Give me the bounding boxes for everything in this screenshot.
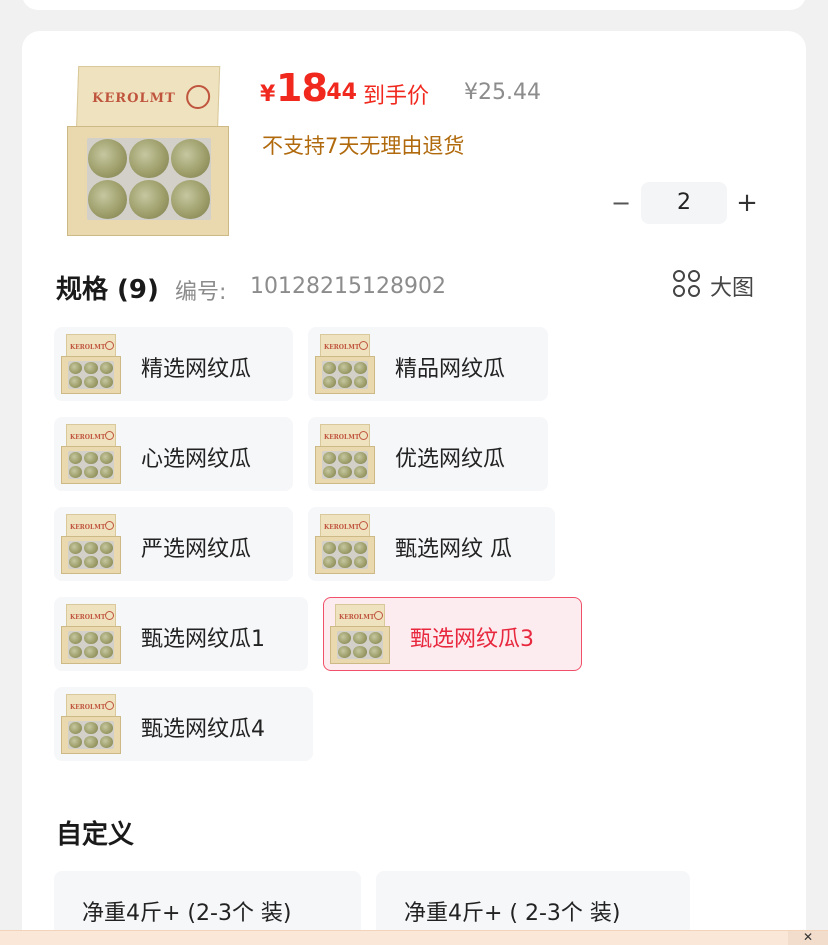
spec-option-8-selected[interactable]: KEROLMT 甄选网纹瓜3 <box>323 597 582 671</box>
custom-option-label: 净重4斤+ (2-3个 装) <box>82 901 292 926</box>
spec-option-3[interactable]: KEROLMT 心选网纹瓜 <box>54 417 293 491</box>
spec-option-6[interactable]: KEROLMT 甄选网纹 瓜 <box>308 507 555 581</box>
product-image[interactable]: KEROLMT <box>67 66 229 236</box>
spec-thumbnail: KEROLMT <box>315 514 375 574</box>
spec-option-label: 甄选网纹 瓜 <box>395 537 512 562</box>
spec-option-label: 优选网纹瓜 <box>395 447 506 472</box>
quantity-input[interactable]: 2 <box>641 182 727 224</box>
product-code-value: 10128215128902 <box>250 274 446 299</box>
spec-option-label: 甄选网纹瓜1 <box>141 627 265 652</box>
previous-card <box>22 0 806 10</box>
spec-option-9[interactable]: KEROLMT 甄选网纹瓜4 <box>54 687 313 761</box>
return-policy-note: 不支持7天无理由退货 <box>262 134 465 158</box>
spec-option-7[interactable]: KEROLMT 甄选网纹瓜1 <box>54 597 308 671</box>
product-code-label: 编号: <box>175 280 227 305</box>
spec-thumbnail: KEROLMT <box>315 424 375 484</box>
price-currency-symbol: ¥ <box>260 82 276 107</box>
spec-option-label: 甄选网纹瓜3 <box>410 627 534 652</box>
spec-option-label: 精选网纹瓜 <box>141 357 252 382</box>
close-icon[interactable]: ✕ <box>788 931 828 945</box>
big-image-toggle[interactable]: 大图 <box>710 270 754 302</box>
quantity-decrement-button[interactable]: − <box>608 188 634 218</box>
spec-option-label: 甄选网纹瓜4 <box>141 717 265 742</box>
original-price: ¥25.44 <box>464 80 541 105</box>
spec-thumbnail: KEROLMT <box>330 604 390 664</box>
spec-thumbnail: KEROLMT <box>61 694 121 754</box>
spec-thumbnail: KEROLMT <box>315 334 375 394</box>
final-price-label: 到手价 <box>363 84 430 109</box>
spec-option-2[interactable]: KEROLMT 精品网纹瓜 <box>308 327 548 401</box>
spec-section-title: 规格 (9) <box>56 275 159 305</box>
spec-thumbnail: KEROLMT <box>61 514 121 574</box>
spec-option-1[interactable]: KEROLMT 精选网纹瓜 <box>54 327 293 401</box>
custom-section-title: 自定义 <box>56 820 135 850</box>
price-decimal: .44 <box>318 80 357 105</box>
spec-thumbnail: KEROLMT <box>61 334 121 394</box>
spec-option-label: 心选网纹瓜 <box>141 447 252 472</box>
quantity-increment-button[interactable]: + <box>734 188 760 218</box>
grid-view-icon[interactable] <box>673 270 703 300</box>
spec-option-label: 精品网纹瓜 <box>395 357 506 382</box>
spec-option-label: 严选网纹瓜 <box>141 537 252 562</box>
spec-thumbnail: KEROLMT <box>61 424 121 484</box>
custom-option-label: 净重4斤+ ( 2-3个 装) <box>404 901 621 926</box>
spec-thumbnail: KEROLMT <box>61 604 121 664</box>
spec-option-5[interactable]: KEROLMT 严选网纹瓜 <box>54 507 293 581</box>
bottom-notice-bar: ✕ <box>0 930 828 945</box>
spec-option-4[interactable]: KEROLMT 优选网纹瓜 <box>308 417 548 491</box>
